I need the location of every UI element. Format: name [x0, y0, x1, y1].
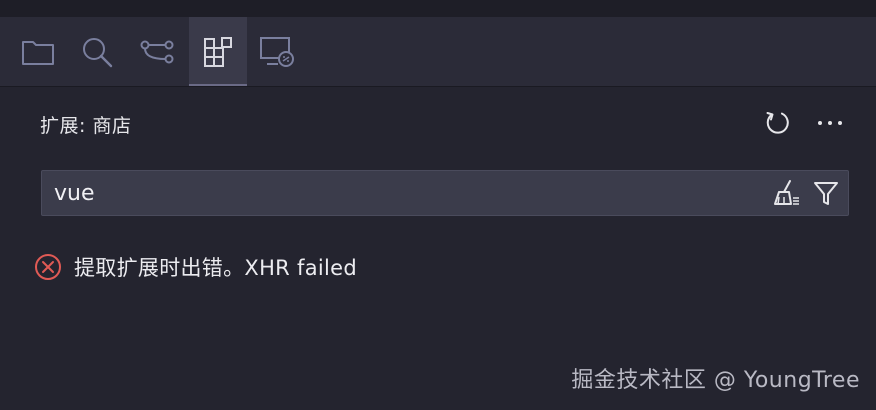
- extensions-icon: [204, 36, 232, 67]
- tab-extensions[interactable]: [189, 17, 247, 86]
- title-strip: [0, 0, 876, 17]
- folder-icon: [22, 40, 54, 65]
- watermark: 掘金技术社区 @ YoungTree: [571, 368, 860, 393]
- extension-search-input[interactable]: [54, 171, 754, 215]
- search-tools: [770, 177, 842, 209]
- tab-remote-explorer[interactable]: [248, 17, 306, 86]
- error-icon: [35, 254, 61, 280]
- extensions-view: 扩展: 商店 vue 提取扩展时出错。XHR failed 掘金技术社区 @ Y…: [0, 0, 876, 410]
- panel-title: 扩展: 商店: [40, 114, 132, 137]
- source-control-icon: [140, 40, 174, 63]
- tab-search[interactable]: [68, 17, 126, 86]
- search-icon: [83, 37, 113, 67]
- tab-explorer[interactable]: [9, 17, 67, 86]
- refresh-icon: [766, 112, 789, 134]
- refresh-button[interactable]: [762, 107, 794, 139]
- remote-explorer-icon: [260, 36, 294, 67]
- panel-header: 扩展: 商店: [40, 108, 131, 140]
- clear-filter-icon: [774, 180, 799, 205]
- more-icon: [818, 121, 842, 125]
- extension-search-box: [41, 170, 849, 216]
- error-message: 提取扩展时出错。XHR failed: [74, 256, 358, 280]
- error-message-row: 提取扩展时出错。XHR failed: [34, 252, 357, 282]
- panel-actions: [762, 106, 846, 140]
- tab-source-control[interactable]: [128, 17, 186, 86]
- clear-filter-button[interactable]: [770, 177, 802, 209]
- filter-button[interactable]: [810, 177, 842, 209]
- filter-icon: [814, 182, 838, 205]
- more-actions-button[interactable]: [814, 107, 846, 139]
- activity-bar: [0, 17, 876, 87]
